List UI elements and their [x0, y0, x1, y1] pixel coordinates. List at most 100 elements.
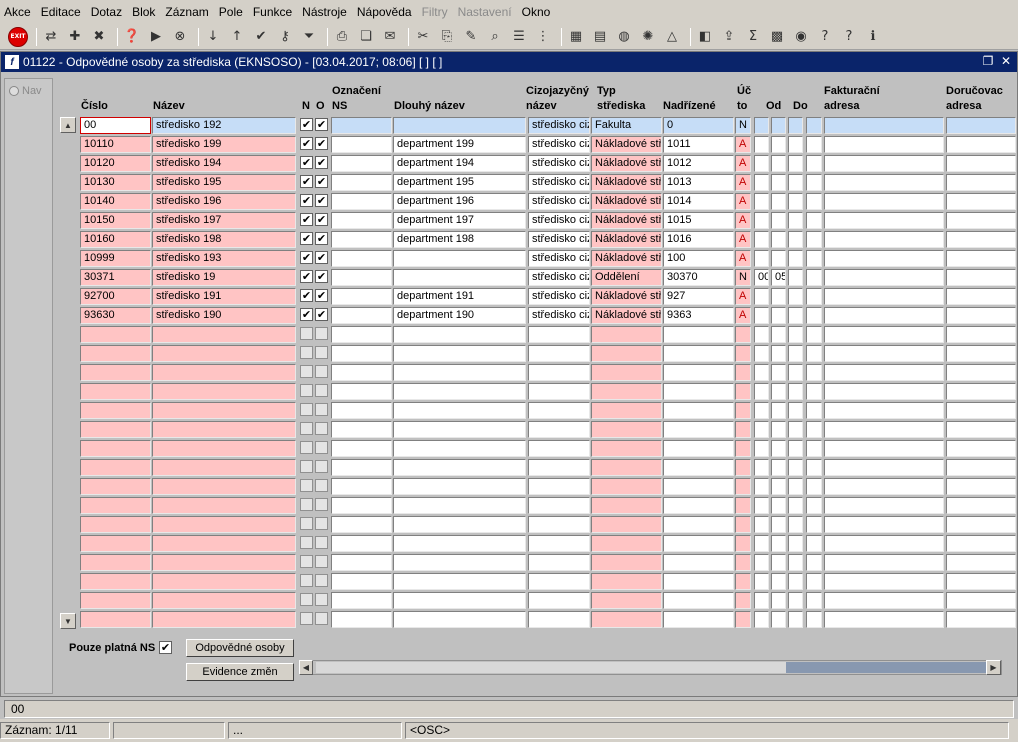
- cell-dlouhy[interactable]: [393, 535, 526, 552]
- cell-fakt[interactable]: [824, 231, 944, 248]
- table-row[interactable]: 10150 středisko 197 ✔ ✔ department 197 středi…: [56, 212, 1016, 231]
- cell-ozn[interactable]: [331, 497, 392, 514]
- cell-x1[interactable]: [806, 250, 822, 267]
- cell-doruc[interactable]: [946, 402, 1016, 419]
- cell-od[interactable]: [754, 364, 769, 381]
- checkbox-o[interactable]: [315, 593, 328, 606]
- cell-nadrizene[interactable]: 1012: [663, 155, 734, 172]
- cell-nazev[interactable]: středisko 191: [152, 288, 296, 305]
- key-icon[interactable]: ⚷: [275, 27, 295, 47]
- table-row[interactable]: [56, 592, 1016, 611]
- table-row[interactable]: 10110 středisko 199 ✔ ✔ department 199 středi…: [56, 136, 1016, 155]
- cell-c1[interactable]: [788, 383, 803, 400]
- document-icon[interactable]: ▤: [590, 27, 610, 47]
- cell-dlouhy[interactable]: [393, 592, 526, 609]
- cell-doruc[interactable]: [946, 288, 1016, 305]
- cell-fakt[interactable]: [824, 497, 944, 514]
- cell-nadrizene[interactable]: 100: [663, 250, 734, 267]
- cell-cizo[interactable]: [528, 611, 590, 628]
- checkbox-n[interactable]: [300, 517, 313, 530]
- cell-cizo[interactable]: [528, 402, 590, 419]
- cell-nazev[interactable]: středisko 196: [152, 193, 296, 210]
- cell-do[interactable]: [771, 193, 786, 210]
- cell-cislo[interactable]: 93630: [80, 307, 151, 324]
- cell-od[interactable]: [754, 611, 769, 628]
- cell-cislo[interactable]: [80, 516, 151, 533]
- cell-x1[interactable]: [806, 117, 822, 134]
- cell-doruc[interactable]: [946, 554, 1016, 571]
- edit-icon[interactable]: ✎: [461, 27, 481, 47]
- cell-c1[interactable]: [788, 554, 803, 571]
- cell-c1[interactable]: [788, 288, 803, 305]
- checkbox-n[interactable]: ✔: [300, 118, 313, 131]
- cell-x1[interactable]: [806, 231, 822, 248]
- cell-dlouhy[interactable]: department 199: [393, 136, 526, 153]
- cell-fakt[interactable]: [824, 440, 944, 457]
- info-icon[interactable]: ℹ: [863, 27, 883, 47]
- cell-do[interactable]: [771, 573, 786, 590]
- cell-do[interactable]: [771, 345, 786, 362]
- cell-x1[interactable]: [806, 554, 822, 571]
- table-row[interactable]: [56, 383, 1016, 402]
- cell-ucto[interactable]: [735, 535, 751, 552]
- cell-od[interactable]: [754, 421, 769, 438]
- menu-item-nastavení[interactable]: Nastavení: [458, 5, 512, 19]
- cell-doruc[interactable]: [946, 516, 1016, 533]
- cell-od[interactable]: [754, 383, 769, 400]
- cell-x1[interactable]: [806, 383, 822, 400]
- cell-ucto[interactable]: A: [735, 250, 751, 267]
- query-icon[interactable]: ❓: [122, 27, 142, 47]
- menu-item-okno[interactable]: Okno: [522, 5, 551, 19]
- cell-ucto[interactable]: [735, 440, 751, 457]
- cell-cislo[interactable]: 10110: [80, 136, 151, 153]
- export-icon[interactable]: ⇪: [719, 27, 739, 47]
- cell-fakt[interactable]: [824, 117, 944, 134]
- cell-c1[interactable]: [788, 611, 803, 628]
- cell-ucto[interactable]: A: [735, 136, 751, 153]
- checkbox-n[interactable]: [300, 536, 313, 549]
- cell-c1[interactable]: [788, 592, 803, 609]
- cell-do[interactable]: 05: [771, 269, 786, 286]
- cell-doruc[interactable]: [946, 117, 1016, 134]
- close-icon[interactable]: ✕: [999, 54, 1013, 68]
- cell-ucto[interactable]: [735, 554, 751, 571]
- table-row[interactable]: 10120 středisko 194 ✔ ✔ department 194 středi…: [56, 155, 1016, 174]
- cell-typ[interactable]: [591, 383, 662, 400]
- cell-od[interactable]: [754, 497, 769, 514]
- cell-od[interactable]: [754, 478, 769, 495]
- cell-x1[interactable]: [806, 326, 822, 343]
- cell-cislo[interactable]: [80, 421, 151, 438]
- cell-fakt[interactable]: [824, 516, 944, 533]
- table-row[interactable]: [56, 364, 1016, 383]
- table-row[interactable]: [56, 402, 1016, 421]
- cell-nazev[interactable]: [152, 326, 296, 343]
- cell-x1[interactable]: [806, 611, 822, 628]
- table-row[interactable]: 00 středisko 192 ✔ ✔ středisko cizí Fakulta 0 N: [56, 117, 1016, 136]
- checkbox-o[interactable]: [315, 555, 328, 568]
- cell-ozn[interactable]: [331, 174, 392, 191]
- cell-cislo[interactable]: [80, 478, 151, 495]
- cell-cislo[interactable]: 30371: [80, 269, 151, 286]
- cell-do[interactable]: [771, 611, 786, 628]
- cell-od[interactable]: [754, 592, 769, 609]
- checkbox-n[interactable]: [300, 441, 313, 454]
- cell-do[interactable]: [771, 231, 786, 248]
- cell-do[interactable]: [771, 155, 786, 172]
- cell-dlouhy[interactable]: [393, 383, 526, 400]
- cell-dlouhy[interactable]: department 195: [393, 174, 526, 191]
- cell-dlouhy[interactable]: [393, 497, 526, 514]
- cell-do[interactable]: [771, 459, 786, 476]
- checkbox-n[interactable]: [300, 460, 313, 473]
- cell-ucto[interactable]: [735, 516, 751, 533]
- cell-cislo[interactable]: 10150: [80, 212, 151, 229]
- cell-c1[interactable]: [788, 573, 803, 590]
- cell-fakt[interactable]: [824, 364, 944, 381]
- table-row[interactable]: 10999 středisko 193 ✔ ✔ středisko cizí Náklad…: [56, 250, 1016, 269]
- cell-ozn[interactable]: [331, 440, 392, 457]
- cell-cizo[interactable]: středisko cizí: [528, 307, 590, 324]
- checkbox-o[interactable]: ✔: [315, 251, 328, 264]
- cell-do[interactable]: [771, 117, 786, 134]
- cell-doruc[interactable]: [946, 478, 1016, 495]
- cell-ucto[interactable]: [735, 326, 751, 343]
- cell-ucto[interactable]: [735, 345, 751, 362]
